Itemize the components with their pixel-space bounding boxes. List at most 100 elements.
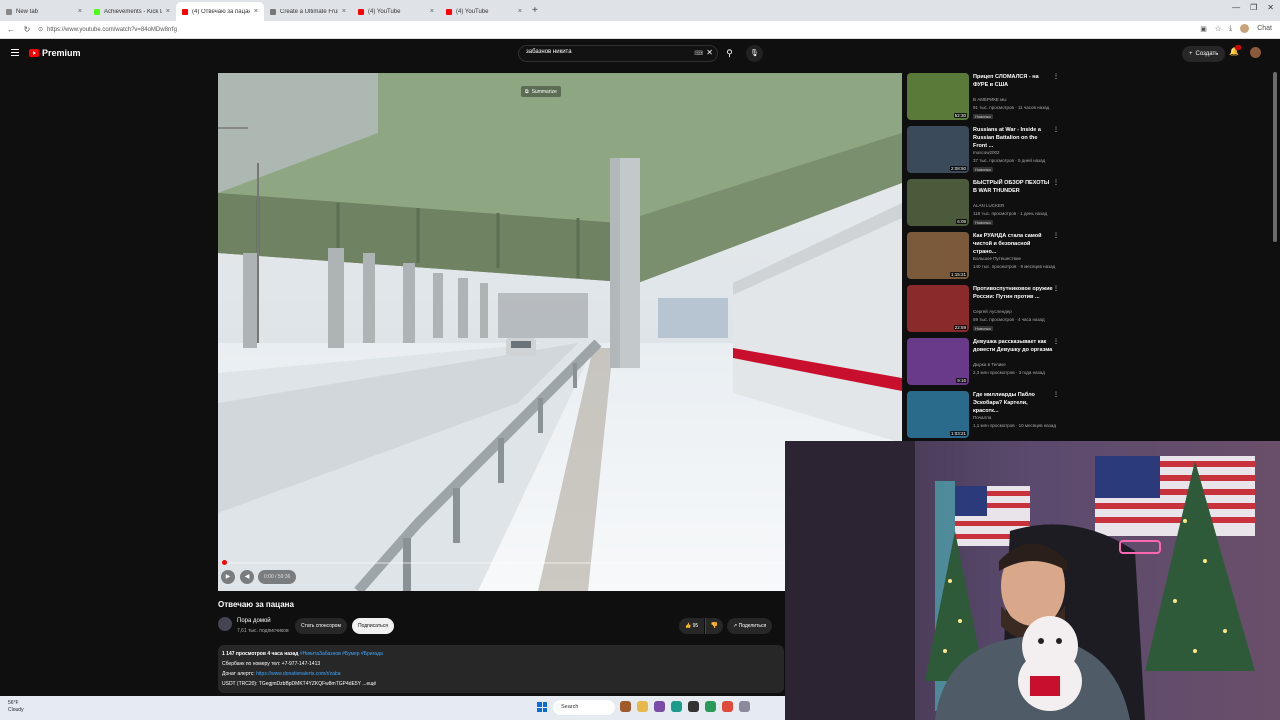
more-options-icon[interactable]: ⋮ <box>1053 391 1059 398</box>
recommended-title[interactable]: Как РУАНДА стала самой чистой и безопасн… <box>973 232 1053 256</box>
browser-tab-youtube-video[interactable]: (4) Отвечаю за пацана - YouTube × <box>176 2 264 21</box>
edge-icon[interactable] <box>671 701 682 712</box>
browser-tab-youtube-3[interactable]: (4) YouTube × <box>440 2 528 21</box>
more-options-icon[interactable]: ⋮ <box>1053 179 1059 186</box>
recommended-channel[interactable]: Сергей Ауслендер <box>973 309 1012 314</box>
recommended-title[interactable]: Russians at War - Inside a Russian Batta… <box>973 126 1053 150</box>
sponsor-button[interactable]: Стать спонсором <box>295 618 347 634</box>
weather-temp: 56°F <box>8 700 19 706</box>
recommended-channel[interactable]: Большое Путешествие <box>973 256 1021 261</box>
video-thumbnail[interactable]: 1:15:21 <box>907 232 969 279</box>
recommended-title[interactable]: Противоспутниковое оружие России: Путин … <box>973 285 1053 301</box>
browser-tab-kick[interactable]: Achievements - Kick Dashboard × <box>88 2 176 21</box>
video-thumbnail[interactable]: 6:09 <box>907 179 969 226</box>
more-options-icon[interactable]: ⋮ <box>1053 73 1059 80</box>
video-thumbnail[interactable]: 22:59 <box>907 285 969 332</box>
recommended-video[interactable]: 6:09 БЫСТРЫЙ ОБЗОР ПЕХОТЫ В WAR THUNDER AL… <box>907 179 1067 229</box>
recommended-video[interactable]: 1:03:21 Где миллиарды Пабло Эскобара? Кар… <box>907 391 1067 441</box>
download-icon[interactable]: ⤓ <box>1229 25 1232 33</box>
dislike-button[interactable]: 👎 <box>705 618 723 634</box>
chrome-icon[interactable] <box>722 701 733 712</box>
recommended-channel[interactable]: В АМЕРИКЕ мы <box>973 97 1006 102</box>
profile-avatar[interactable] <box>1240 24 1250 33</box>
taskbar-search-label: Search <box>561 704 579 710</box>
weather-widget[interactable]: 56°F Cloudy <box>8 700 24 714</box>
video-description[interactable]: 1 147 просмотров 4 часа назад #НикитаЗаб… <box>218 645 784 693</box>
tab-close-icon[interactable]: × <box>342 8 346 15</box>
video-thumbnail[interactable]: 52:30 <box>907 73 969 120</box>
video-thumbnail[interactable]: 2:08:50 <box>907 126 969 173</box>
app-icon[interactable] <box>705 701 716 712</box>
clear-search-icon[interactable]: ✕ <box>706 48 713 57</box>
reload-icon[interactable]: ↻ <box>22 25 32 34</box>
recommended-channel[interactable]: Почалла <box>973 415 991 420</box>
close-window-icon[interactable]: ✕ <box>1267 3 1274 12</box>
tab-close-icon[interactable]: × <box>254 8 258 15</box>
recommended-channel[interactable]: moscow2002 <box>973 150 1000 155</box>
app-icon[interactable] <box>688 701 699 712</box>
scrollbar-thumb[interactable] <box>1273 72 1277 242</box>
recommended-video[interactable]: 9:16 Девушка рассказывает как довести Дев… <box>907 338 1067 388</box>
summarize-overlay[interactable]: ⧉ Summarize <box>521 86 561 97</box>
youtube-logo[interactable]: Premium <box>29 48 81 58</box>
more-options-icon[interactable]: ⋮ <box>1053 338 1059 345</box>
url-field[interactable]: ⊙ https://www.youtube.com/watch?v=84oMDw… <box>38 26 177 34</box>
recommended-video[interactable]: 1:15:21 Как РУАНДА стала самой чистой и б… <box>907 232 1067 282</box>
donate-link[interactable]: https://www.donationalerts.com/r/zaba <box>256 671 341 677</box>
site-info-icon[interactable]: ⊙ <box>38 26 43 33</box>
channel-name[interactable]: Пора домой <box>237 618 271 624</box>
minimize-icon[interactable]: — <box>1232 3 1240 12</box>
recommended-channel[interactable]: ALAN LUCKER <box>973 203 1004 208</box>
voice-search-icon[interactable]: 🎙 <box>746 45 763 62</box>
subscribe-button[interactable]: Подписаться <box>352 618 394 634</box>
app-icon[interactable] <box>620 701 631 712</box>
hashtags[interactable]: #НикитаЗабазнов #Бумер #Бригада <box>300 651 383 657</box>
volume-icon[interactable]: ◀ <box>240 570 254 584</box>
taskbar-search[interactable]: Search <box>553 700 615 715</box>
more-options-icon[interactable]: ⋮ <box>1053 285 1059 292</box>
recommended-title[interactable]: Девушка рассказывает как довести Девушку… <box>973 338 1053 354</box>
windows-start-icon[interactable] <box>537 702 547 712</box>
tab-close-icon[interactable]: × <box>166 8 170 15</box>
recommended-channel[interactable]: Дырка в Телике <box>973 362 1006 367</box>
search-input[interactable]: забазнов никита ⌨ ✕ <box>518 45 718 62</box>
scrubber-handle[interactable] <box>222 560 227 565</box>
tab-close-icon[interactable]: × <box>430 8 434 15</box>
tab-close-icon[interactable]: × <box>518 8 522 15</box>
recommended-video[interactable]: 2:08:50 Russians at War - Inside a Russia… <box>907 126 1067 176</box>
app-icon[interactable] <box>654 701 665 712</box>
recommended-video[interactable]: 22:59 Противоспутниковое оружие России: П… <box>907 285 1067 335</box>
search-button[interactable]: ⚲ <box>721 45 738 62</box>
recommended-title[interactable]: Где миллиарды Пабло Эскобара? Картели, к… <box>973 391 1053 415</box>
more-options-icon[interactable]: ⋮ <box>1053 232 1059 239</box>
tab-close-icon[interactable]: × <box>78 8 82 15</box>
video-duration: 1:15:21 <box>949 272 967 277</box>
browser-tab-new[interactable]: New tab × <box>0 2 88 21</box>
tab-label: (4) Отвечаю за пацана - YouTube <box>192 8 250 15</box>
share-button[interactable]: ↗ Поделиться <box>727 618 773 634</box>
app-icon[interactable] <box>739 701 750 712</box>
extension-icon[interactable]: ▣ <box>1200 25 1207 33</box>
browser-tab-fruit[interactable]: Create a Ultimate Fruit - Labeled F × <box>264 2 352 21</box>
video-progress-bar[interactable] <box>222 560 784 565</box>
bookmark-icon[interactable]: ☆ <box>1215 25 1221 33</box>
file-explorer-icon[interactable] <box>637 701 648 712</box>
new-tab-button[interactable]: + <box>532 5 538 16</box>
more-options-icon[interactable]: ⋮ <box>1053 126 1059 133</box>
play-button[interactable]: ▶ <box>221 570 235 584</box>
browser-tab-youtube-2[interactable]: (4) YouTube × <box>352 2 440 21</box>
maximize-icon[interactable]: ❐ <box>1250 3 1257 12</box>
channel-avatar[interactable] <box>218 617 232 631</box>
account-avatar[interactable] <box>1250 47 1261 58</box>
chat-button[interactable]: Chat <box>1257 25 1272 32</box>
recommended-video[interactable]: 52:30 Прицеп СЛОМАЛСЯ - на ФУРЕ в США В АМ… <box>907 73 1067 123</box>
recommended-title[interactable]: БЫСТРЫЙ ОБЗОР ПЕХОТЫ В WAR THUNDER <box>973 179 1053 195</box>
video-thumbnail[interactable]: 1:03:21 <box>907 391 969 438</box>
recommended-title[interactable]: Прицеп СЛОМАЛСЯ - на ФУРЕ в США <box>973 73 1053 89</box>
back-icon[interactable]: ← <box>6 25 16 34</box>
create-button[interactable]: + Создать <box>1182 46 1226 62</box>
video-thumbnail[interactable]: 9:16 <box>907 338 969 385</box>
like-button[interactable]: 👍 95 <box>679 618 705 634</box>
menu-icon[interactable] <box>11 49 19 56</box>
keyboard-icon[interactable]: ⌨ <box>694 50 703 57</box>
